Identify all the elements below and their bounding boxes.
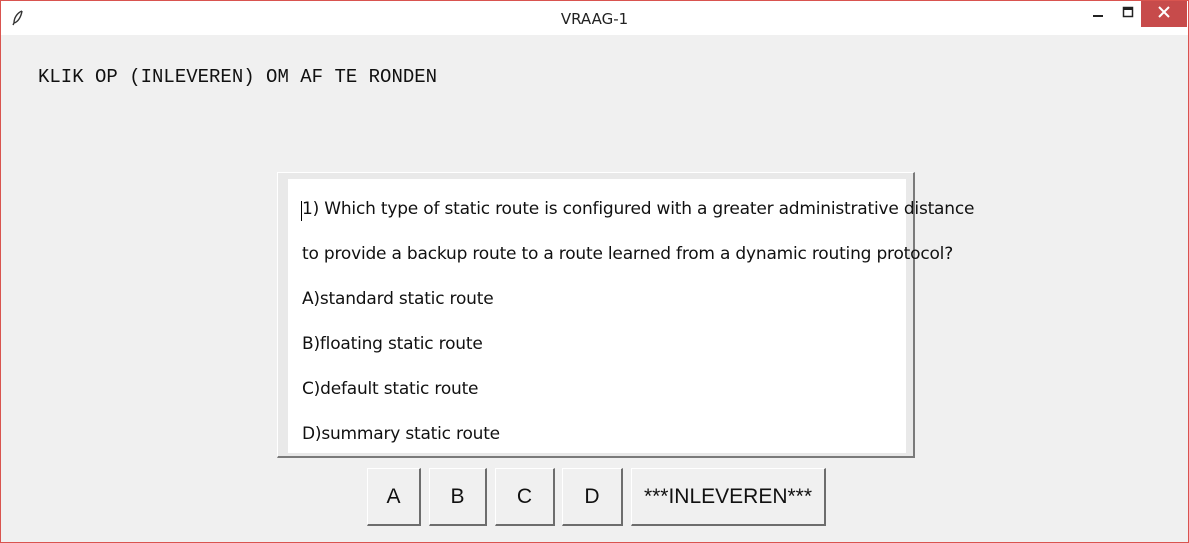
option-a-text: A)standard static route — [302, 289, 494, 309]
answer-c-button[interactable]: C — [495, 468, 555, 526]
quiz-window: VRAAG-1 KLIK OP (INLEVEREN) OM AF TE RON… — [0, 0, 1189, 543]
maximize-button[interactable] — [1113, 1, 1143, 27]
option-d-text: D)summary static route — [302, 424, 500, 444]
option-b-text: B)floating static route — [302, 334, 483, 354]
close-button[interactable] — [1141, 1, 1187, 27]
answer-b-button[interactable]: B — [429, 468, 487, 526]
question-line-2: to provide a backup route to a route lea… — [302, 244, 954, 264]
option-c-text: C)default static route — [302, 379, 479, 399]
question-text-area[interactable]: 1) Which type of static route is configu… — [288, 179, 974, 453]
answer-a-button[interactable]: A — [367, 468, 421, 526]
instruction-text: KLIK OP (INLEVEREN) OM AF TE RONDEN — [38, 66, 438, 88]
maximize-icon — [1122, 5, 1134, 23]
window-title: VRAAG-1 — [560, 10, 629, 28]
minimize-icon — [1092, 5, 1104, 23]
submit-button[interactable]: ***INLEVEREN*** — [631, 468, 826, 526]
window-content: KLIK OP (INLEVEREN) OM AF TE RONDEN 1) W… — [7, 35, 1183, 539]
title-bar[interactable]: VRAAG-1 — [1, 1, 1188, 35]
minimize-button[interactable] — [1083, 1, 1113, 27]
question-line-1: 1) Which type of static route is configu… — [302, 199, 975, 219]
answer-d-button[interactable]: D — [562, 468, 623, 526]
question-text-box[interactable]: 1) Which type of static route is configu… — [277, 172, 974, 458]
close-icon — [1158, 5, 1170, 23]
